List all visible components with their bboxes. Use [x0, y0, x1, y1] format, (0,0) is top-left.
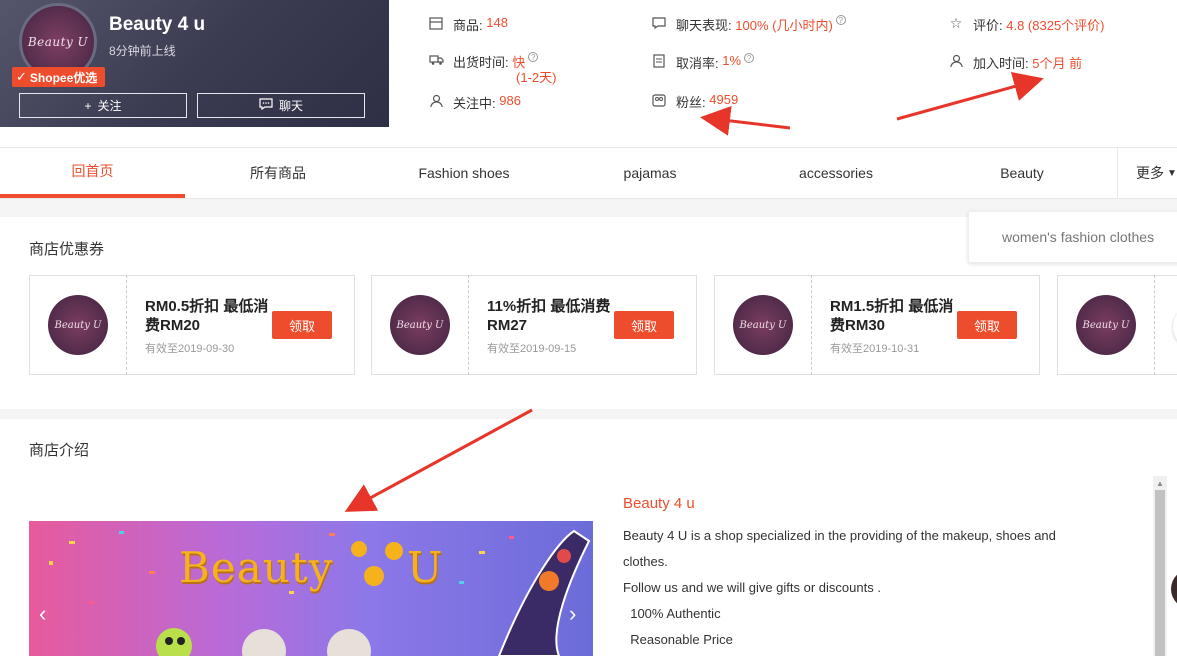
claim-button[interactable]: 领取 — [614, 311, 674, 339]
voucher-expiry: 有效至2019-09-15 — [487, 343, 577, 355]
chat-bubble-icon — [259, 98, 273, 113]
about-title: 商店介绍 — [29, 442, 90, 459]
about-scrollbar[interactable]: ▲ — [1153, 476, 1167, 656]
stat-joined: 加入时间: 5个月 前 — [948, 53, 1082, 72]
voucher-shop-logo: Beauty U — [48, 295, 108, 355]
badge-label: Shopee优选 — [29, 70, 98, 85]
section-divider — [0, 409, 1177, 419]
help-icon[interactable]: ? — [528, 52, 539, 62]
user-icon — [948, 53, 964, 69]
floating-chat-button[interactable] — [1171, 569, 1177, 609]
shop-banner-image: Beauty U ‹ › — [29, 521, 593, 656]
chat-button[interactable]: 聊天 — [197, 93, 365, 118]
tab-accessories[interactable]: accessories — [743, 148, 929, 198]
scrollbar-thumb[interactable] — [1155, 490, 1165, 656]
shop-name: Beauty 4 u — [109, 14, 206, 35]
star-icon: ☆ — [949, 14, 963, 31]
check-icon: ✓ — [16, 69, 27, 84]
voucher-card: Beauty U RM0.5折扣 最低消费RM20 有效至2019-09-30 … — [29, 275, 355, 375]
shopee-preferred-badge: ✓ Shopee优选 — [12, 67, 105, 87]
voucher-shop-logo: Beauty U — [390, 295, 450, 355]
shop-card: Beauty U ✓ Shopee优选 Beauty 4 u 8分钟前上线 + … — [0, 0, 389, 127]
tab-pajamas[interactable]: pajamas — [557, 148, 743, 198]
cancel-rate-value: 1% — [722, 53, 742, 68]
products-count: 148 — [486, 15, 508, 30]
fans-count: 4959 — [709, 92, 739, 107]
chat-icon — [651, 15, 667, 31]
rating-value: 4.8 (8325个评价) — [1006, 18, 1105, 33]
about-line: 100% Authentic — [623, 606, 721, 621]
annotation-arrow — [344, 408, 533, 512]
store-icon — [428, 15, 444, 31]
claim-button[interactable]: 领取 — [957, 311, 1017, 339]
truck-icon — [428, 52, 444, 68]
tab-home[interactable]: 回首页 — [0, 148, 185, 198]
plus-icon: + — [84, 98, 92, 113]
stat-cancel-rate: 取消率: 1%? — [651, 53, 755, 72]
stat-rating: ☆ 评价: 4.8 (8325个评价) — [949, 14, 1105, 34]
chevron-left-icon[interactable]: ‹ — [39, 601, 46, 627]
chat-performance-value: 100% (几小时内) — [735, 18, 833, 33]
stat-fans: 粉丝: 4959 — [651, 92, 738, 111]
follow-button[interactable]: + 关注 — [19, 93, 187, 118]
shop-online-status: 8分钟前上线 — [109, 44, 176, 58]
voucher-card-partial: Beauty U — [1057, 275, 1177, 375]
shop-logo: Beauty U — [27, 35, 89, 49]
stat-following: 关注中: 986 — [428, 93, 521, 112]
voucher-shop-logo: Beauty U — [733, 295, 793, 355]
about-line: Follow us and we will give gifts or disc… — [623, 580, 881, 595]
follow-label: 关注 — [97, 99, 122, 113]
about-line: Beauty 4 U is a shop specialized in the … — [623, 528, 1056, 543]
voucher-title: RM0.5折扣 最低消费RM20 — [145, 298, 269, 334]
about-line: clothes. — [623, 554, 668, 569]
vouchers-title: 商店优惠券 — [29, 241, 105, 258]
tab-more[interactable]: 更多 ▼ — [1117, 148, 1177, 198]
banner-title: Beauty — [179, 543, 334, 592]
tab-all-products[interactable]: 所有商品 — [185, 148, 371, 198]
caret-down-icon: ▼ — [1167, 167, 1177, 179]
joined-value: 5个月 前 — [1032, 56, 1083, 71]
user-icon — [428, 93, 444, 109]
shop-nav: 回首页 所有商品 Fashion shoes pajamas accessori… — [0, 147, 1177, 199]
following-count: 986 — [499, 93, 521, 108]
voucher-expiry: 有效至2019-10-31 — [830, 343, 920, 355]
tab-fashion-shoes[interactable]: Fashion shoes — [371, 148, 557, 198]
document-icon — [651, 53, 667, 69]
help-icon[interactable]: ? — [835, 15, 846, 25]
more-dropdown-item[interactable]: women's fashion clothes — [968, 211, 1177, 263]
voucher-expiry: 有效至2019-09-30 — [145, 343, 235, 355]
chevron-right-icon[interactable]: › — [569, 601, 576, 627]
chat-label: 聊天 — [278, 99, 303, 113]
about-shop-name: Beauty 4 u — [623, 495, 695, 512]
annotation-arrow — [896, 71, 1044, 121]
followers-icon — [651, 92, 667, 108]
tab-beauty[interactable]: Beauty — [929, 148, 1115, 198]
annotation-arrow — [700, 105, 791, 136]
banner-letter: U — [407, 543, 443, 592]
voucher-title: RM1.5折扣 最低消费RM30 — [830, 298, 954, 334]
claim-button[interactable]: 领取 — [272, 311, 332, 339]
stat-chat-performance: 聊天表现: 100% (几小时内)? — [651, 15, 846, 34]
help-icon[interactable]: ? — [744, 53, 755, 63]
voucher-card: Beauty U RM1.5折扣 最低消费RM30 有效至2019-10-31 … — [714, 275, 1040, 375]
scroll-up-icon[interactable]: ▲ — [1156, 479, 1164, 488]
ship-time-range: (1-2天) — [516, 70, 557, 85]
about-line: Reasonable Price — [623, 632, 733, 647]
voucher-card: Beauty U 11%折扣 最低消费RM27 有效至2019-09-15 领取 — [371, 275, 697, 375]
stat-products: 商品: 148 — [428, 15, 508, 34]
voucher-title: 11%折扣 最低消费RM27 — [487, 298, 611, 334]
voucher-shop-logo: Beauty U — [1076, 295, 1136, 355]
